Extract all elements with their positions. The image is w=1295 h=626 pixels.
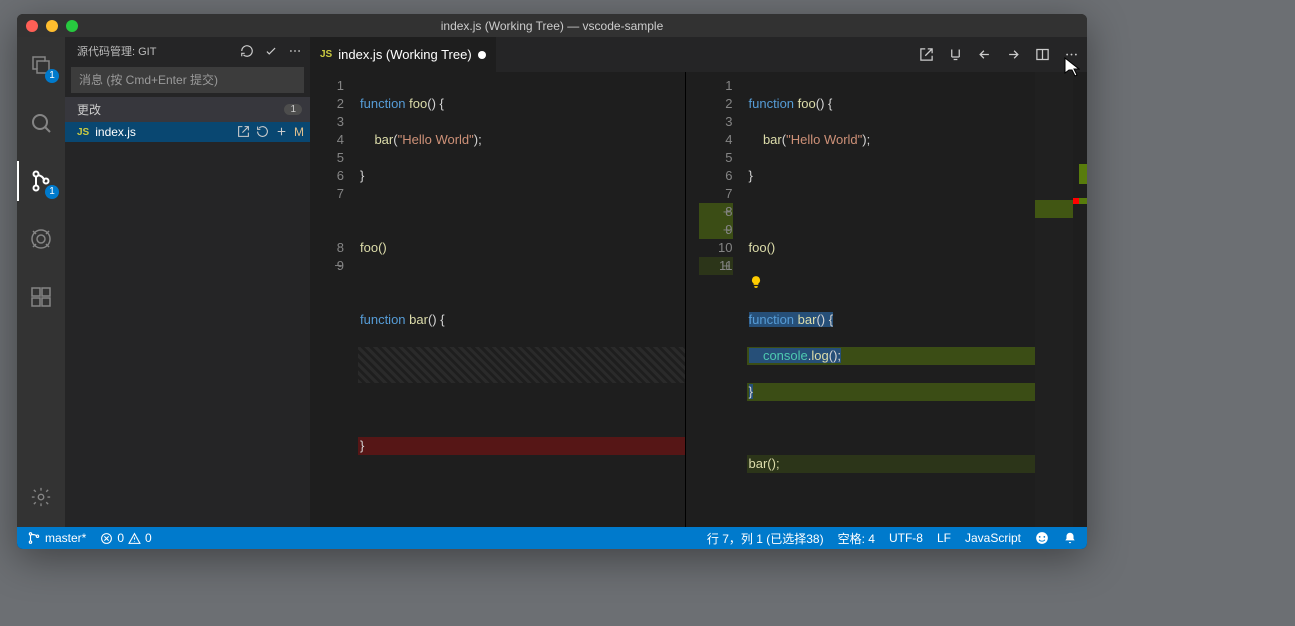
branch-status[interactable]: master* bbox=[27, 531, 86, 545]
explorer-badge: 1 bbox=[45, 69, 59, 83]
added-sign: + bbox=[723, 221, 731, 239]
tab-index-js[interactable]: JS index.js (Working Tree) bbox=[310, 37, 496, 72]
maximize-window-button[interactable] bbox=[66, 20, 78, 32]
stage-icon[interactable] bbox=[275, 125, 288, 139]
eol-status[interactable]: LF bbox=[937, 531, 951, 545]
open-file-icon[interactable] bbox=[919, 47, 934, 62]
overview-added bbox=[1079, 198, 1087, 204]
notifications-icon[interactable] bbox=[1063, 531, 1077, 545]
changes-label: 更改 bbox=[77, 101, 101, 118]
added-sign: + bbox=[723, 203, 731, 221]
diff-left-pane[interactable]: 1 2 3 4 5 6 7 8 9− function foo() { bar(… bbox=[310, 72, 685, 527]
modified-indicator bbox=[478, 51, 486, 59]
added-sign: + bbox=[723, 257, 731, 275]
left-gutter: 1 2 3 4 5 6 7 8 9− bbox=[310, 72, 358, 527]
encoding-status[interactable]: UTF-8 bbox=[889, 531, 923, 545]
errors-status[interactable]: 0 0 bbox=[100, 531, 151, 545]
scm-title: 源代码管理: GIT bbox=[77, 43, 156, 59]
titlebar: index.js (Working Tree) — vscode-sample bbox=[17, 14, 1087, 37]
activity-bar: 1 1 bbox=[17, 37, 65, 527]
hatch-placeholder bbox=[358, 347, 685, 383]
right-gutter: 1 2 3 4 5 6 7 8+ 9+ 10 11+ bbox=[699, 72, 747, 527]
refresh-icon[interactable] bbox=[240, 44, 254, 58]
language-status[interactable]: JavaScript bbox=[965, 531, 1021, 545]
next-change-icon[interactable] bbox=[1006, 47, 1021, 62]
debug-activity[interactable] bbox=[17, 219, 65, 259]
explorer-activity[interactable]: 1 bbox=[17, 45, 65, 85]
changes-section[interactable]: 更改 1 bbox=[65, 97, 310, 122]
status-bar: master* 0 0 行 7，列 1 (已选择38) 空格: 4 UTF-8 … bbox=[17, 527, 1087, 549]
feedback-icon[interactable] bbox=[1035, 531, 1049, 545]
diff-editor[interactable]: 1 2 3 4 5 6 7 8 9− function foo() { bar(… bbox=[310, 72, 1087, 527]
changes-count: 1 bbox=[284, 104, 302, 115]
cursor-position[interactable]: 行 7，列 1 (已选择38) bbox=[707, 530, 824, 547]
indent-status[interactable]: 空格: 4 bbox=[838, 530, 875, 547]
window-title: index.js (Working Tree) — vscode-sample bbox=[17, 19, 1087, 33]
discard-icon[interactable] bbox=[256, 125, 269, 139]
js-icon: JS bbox=[77, 127, 89, 138]
overview-ruler[interactable] bbox=[1073, 72, 1087, 527]
removed-sign: − bbox=[334, 257, 342, 275]
file-status: M bbox=[294, 125, 304, 139]
minimize-window-button[interactable] bbox=[46, 20, 58, 32]
more-icon[interactable] bbox=[288, 44, 302, 58]
diff-right-pane[interactable]: 1 2 3 4 5 6 7 8+ 9+ 10 11+ function foo(… bbox=[699, 72, 1074, 527]
open-file-icon[interactable] bbox=[237, 125, 250, 139]
extensions-activity[interactable] bbox=[17, 277, 65, 317]
more-actions-icon[interactable] bbox=[1064, 47, 1079, 62]
diff-splitter[interactable] bbox=[685, 72, 699, 527]
scm-activity[interactable]: 1 bbox=[17, 161, 65, 201]
settings-activity[interactable] bbox=[17, 477, 65, 517]
minimap[interactable] bbox=[1035, 72, 1073, 527]
scm-sidebar: 源代码管理: GIT 更改 1 JS index.js bbox=[65, 37, 310, 527]
overview-added bbox=[1079, 164, 1087, 184]
close-window-button[interactable] bbox=[26, 20, 38, 32]
tab-label: index.js (Working Tree) bbox=[338, 47, 471, 62]
whitespace-icon[interactable] bbox=[948, 47, 963, 62]
previous-change-icon[interactable] bbox=[977, 47, 992, 62]
commit-message-input[interactable] bbox=[71, 67, 304, 93]
editor-area: JS index.js (Working Tree) 1 bbox=[310, 37, 1087, 527]
changed-file-row[interactable]: JS index.js M bbox=[65, 122, 310, 142]
split-editor-icon[interactable] bbox=[1035, 47, 1050, 62]
left-code[interactable]: function foo() { bar("Hello World"); } f… bbox=[358, 72, 685, 527]
right-code[interactable]: function foo() { bar("Hello World"); } f… bbox=[747, 72, 1074, 527]
commit-icon[interactable] bbox=[264, 44, 278, 58]
file-name: index.js bbox=[95, 125, 136, 139]
js-icon: JS bbox=[320, 49, 332, 60]
tab-bar: JS index.js (Working Tree) bbox=[310, 37, 1087, 72]
scm-badge: 1 bbox=[45, 185, 59, 199]
search-activity[interactable] bbox=[17, 103, 65, 143]
lightbulb-icon[interactable] bbox=[749, 275, 763, 289]
vscode-window: index.js (Working Tree) — vscode-sample … bbox=[17, 14, 1087, 549]
